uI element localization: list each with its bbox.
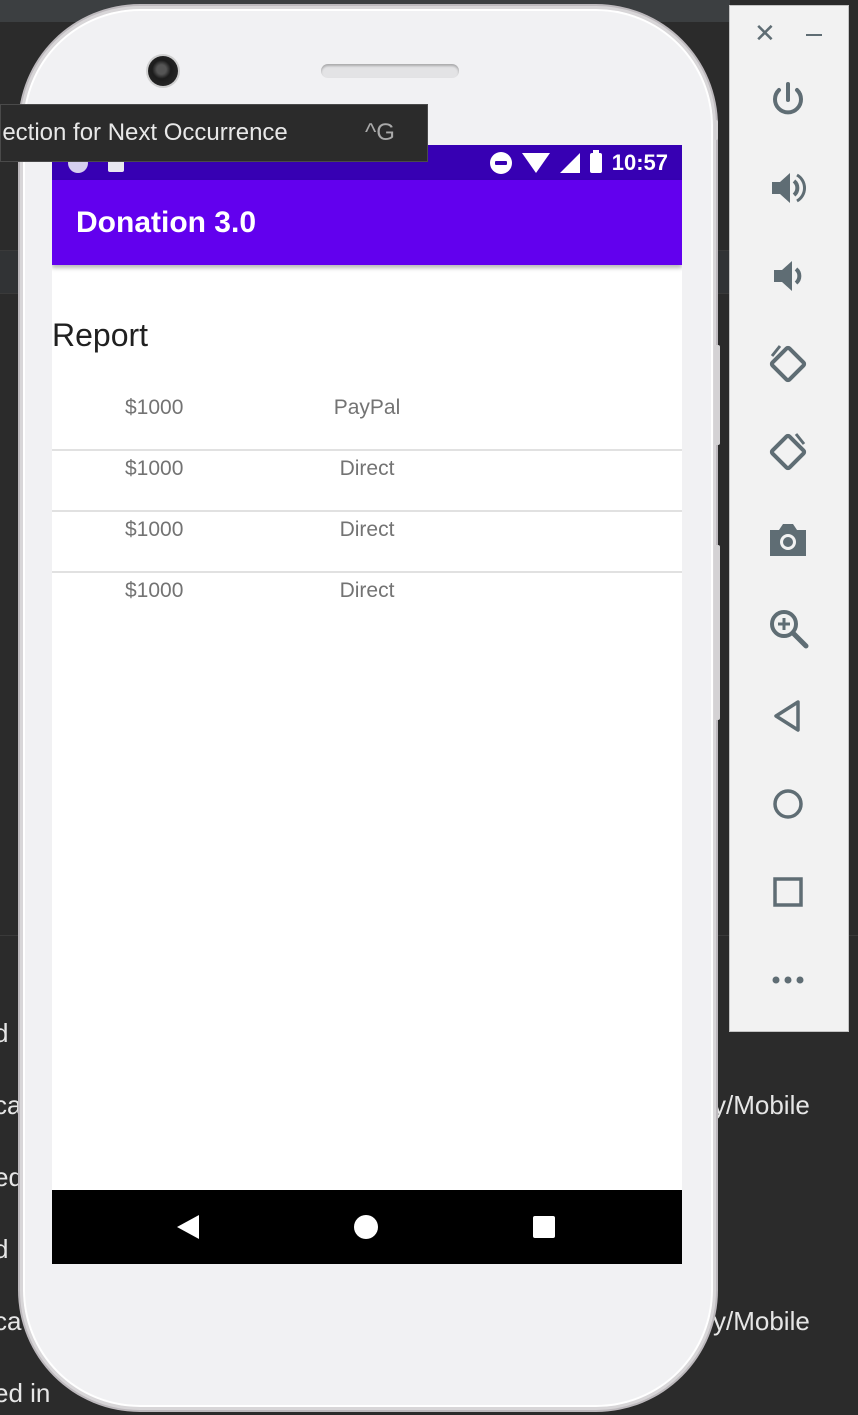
status-clock: 10:57 bbox=[611, 149, 668, 175]
close-icon[interactable]: ✕ bbox=[754, 20, 776, 46]
ide-text-fragment: y/Mobile bbox=[713, 1090, 810, 1120]
report-heading: Report bbox=[52, 317, 149, 353]
rotate-left-icon[interactable] bbox=[764, 340, 812, 388]
ide-text-fragment: y/Mobile bbox=[713, 1306, 810, 1336]
payment-method: Direct bbox=[339, 457, 395, 480]
donation-amount: $1000 bbox=[125, 457, 184, 480]
back-icon[interactable] bbox=[177, 1215, 199, 1239]
payment-method: Direct bbox=[339, 518, 395, 541]
home-icon[interactable] bbox=[354, 1215, 378, 1239]
tooltip-shortcut: ^G bbox=[365, 119, 395, 146]
more-icon[interactable] bbox=[764, 956, 812, 1004]
battery-icon bbox=[589, 149, 602, 173]
side-button bbox=[714, 120, 718, 140]
donation-amount: $1000 bbox=[125, 579, 184, 602]
report-row[interactable]: $1000 PayPal bbox=[52, 390, 682, 451]
volume-up-icon[interactable] bbox=[764, 164, 812, 212]
cell-signal-icon bbox=[559, 152, 580, 173]
tooltip-label: lection for Next Occurrence bbox=[0, 119, 288, 146]
report-row[interactable]: $1000 Direct bbox=[52, 451, 682, 512]
overview-icon[interactable] bbox=[764, 868, 812, 916]
power-side-button bbox=[714, 345, 720, 445]
wifi-icon bbox=[521, 152, 550, 173]
donation-amount: $1000 bbox=[125, 518, 184, 541]
payment-method: Direct bbox=[339, 579, 395, 602]
ide-text-fragment: ca bbox=[0, 1090, 22, 1120]
emulator-toolbar: ✕ bbox=[729, 5, 849, 1032]
minimize-icon[interactable] bbox=[806, 34, 822, 36]
volume-down-icon[interactable] bbox=[764, 252, 812, 300]
report-row[interactable]: $1000 Direct bbox=[52, 573, 682, 634]
app-bar: Donation 3.0 bbox=[52, 180, 682, 265]
donation-amount: $1000 bbox=[125, 396, 184, 419]
payment-method: PayPal bbox=[333, 396, 401, 419]
ide-text-fragment: d bbox=[0, 1018, 9, 1048]
zoom-icon[interactable] bbox=[764, 604, 812, 652]
back-icon[interactable] bbox=[764, 692, 812, 740]
recents-icon[interactable] bbox=[533, 1216, 555, 1238]
ide-text-fragment: ca bbox=[0, 1306, 22, 1336]
navigation-bar bbox=[52, 1190, 682, 1264]
report-row[interactable]: $1000 Direct bbox=[52, 512, 682, 573]
do-not-disturb-icon bbox=[489, 151, 512, 174]
ide-text-fragment: d bbox=[0, 1234, 9, 1264]
volume-side-button bbox=[714, 545, 720, 720]
power-icon[interactable] bbox=[764, 76, 812, 124]
shortcut-tooltip: lection for Next Occurrence ^G bbox=[0, 104, 428, 162]
device-screen: 10:57 Donation 3.0 Report $1000 PayPal $… bbox=[52, 145, 682, 1264]
home-icon[interactable] bbox=[764, 780, 812, 828]
rotate-right-icon[interactable] bbox=[764, 428, 812, 476]
app-title: Donation 3.0 bbox=[76, 206, 257, 239]
ide-text-fragment: ed in bbox=[0, 1378, 51, 1408]
earpiece-speaker bbox=[321, 64, 459, 78]
status-icons: 10:57 bbox=[489, 145, 668, 180]
camera-icon[interactable] bbox=[764, 516, 812, 564]
front-camera bbox=[148, 56, 178, 86]
